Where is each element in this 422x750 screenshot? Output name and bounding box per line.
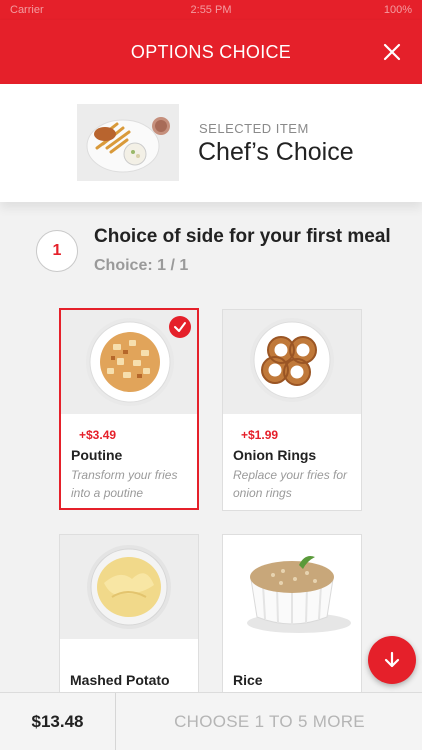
- close-button[interactable]: [376, 36, 408, 68]
- step-title: Choice of side for your first meal: [94, 226, 391, 247]
- close-icon: [383, 43, 401, 61]
- header-bar: OPTIONS CHOICE: [0, 20, 422, 84]
- selected-item-name: Chef’s Choice: [198, 138, 354, 166]
- choice-counter: Choice: 1 / 1: [94, 257, 189, 274]
- option-name: Rice: [233, 672, 263, 688]
- option-price: +$1.99: [241, 428, 279, 442]
- option-card-onion-rings[interactable]: +$1.99 Onion Rings Replace your fries fo…: [222, 309, 362, 511]
- status-bar: Carrier 2:55 PM 100%: [0, 0, 422, 20]
- onion-rings-image: [223, 310, 361, 414]
- footer-bar: $13.48 CHOOSE 1 TO 5 MORE: [0, 692, 422, 750]
- arrow-down-icon: [384, 651, 400, 668]
- selected-item-card: SELECTED ITEM Chef’s Choice: [0, 84, 422, 202]
- option-name: Mashed Potato: [70, 672, 170, 688]
- checkmark-icon: [174, 322, 186, 332]
- mashed-potato-image: [60, 535, 198, 639]
- rice-image: [223, 535, 361, 639]
- option-description: Transform your fries into a poutine: [71, 468, 178, 500]
- battery-label: 100%: [383, 4, 412, 16]
- selected-check: [169, 316, 191, 338]
- choose-more-button[interactable]: CHOOSE 1 TO 5 MORE: [117, 693, 422, 750]
- option-description: Replace your fries for onion rings: [233, 468, 348, 500]
- step-number-badge: 1: [36, 230, 78, 272]
- order-total: $13.48: [0, 693, 116, 750]
- option-card-poutine[interactable]: +$3.49 Poutine Transform your fries into…: [59, 308, 199, 510]
- option-name: Onion Rings: [233, 447, 317, 463]
- option-name: Poutine: [71, 447, 123, 463]
- selected-item-label: SELECTED ITEM: [199, 121, 309, 136]
- scroll-down-button[interactable]: [368, 636, 416, 684]
- selected-item-image: [77, 104, 179, 181]
- page-title: OPTIONS CHOICE: [130, 42, 292, 62]
- option-price: +$3.49: [79, 428, 117, 442]
- status-time: 2:55 PM: [190, 4, 232, 16]
